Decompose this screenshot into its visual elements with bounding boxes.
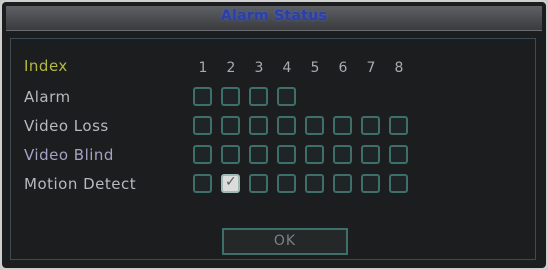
channel-number-7: 7 (366, 60, 376, 76)
title-bar: Alarm Status (6, 6, 542, 31)
video-blind-checkbox-2[interactable] (221, 145, 240, 164)
video-loss-checkbox-2[interactable] (221, 116, 240, 135)
channel-number-8: 8 (394, 60, 404, 76)
channel-number-4: 4 (282, 60, 292, 76)
video-loss-checkbox-3[interactable] (249, 116, 268, 135)
video-loss-checkbox-6[interactable] (333, 116, 352, 135)
motion-detect-row-label: Motion Detect (24, 175, 137, 193)
video-blind-row-label: Video Blind (24, 146, 114, 164)
motion-detect-checkbox-4[interactable] (277, 174, 296, 193)
video-loss-checkbox-4[interactable] (277, 116, 296, 135)
motion-detect-checkbox-5[interactable] (305, 174, 324, 193)
alarm-status-window: Alarm Status Index Alarm Video Loss Vide… (0, 0, 548, 270)
video-blind-checkbox-4[interactable] (277, 145, 296, 164)
channel-number-5: 5 (310, 60, 320, 76)
video-loss-row-label: Video Loss (24, 117, 109, 135)
alarm-checkbox-1[interactable] (193, 87, 212, 106)
dialog-title: Alarm Status (220, 8, 328, 24)
video-loss-checkbox-5[interactable] (305, 116, 324, 135)
video-blind-checkbox-3[interactable] (249, 145, 268, 164)
index-label: Index (24, 57, 68, 75)
motion-detect-checkbox-2[interactable] (221, 174, 240, 193)
motion-detect-checkbox-7[interactable] (361, 174, 380, 193)
video-blind-checkbox-6[interactable] (333, 145, 352, 164)
motion-detect-checkbox-6[interactable] (333, 174, 352, 193)
alarm-checkbox-3[interactable] (249, 87, 268, 106)
channel-number-2: 2 (226, 60, 236, 76)
alarm-checkbox-2[interactable] (221, 87, 240, 106)
motion-detect-checkbox-1[interactable] (193, 174, 212, 193)
video-loss-checkbox-7[interactable] (361, 116, 380, 135)
motion-detect-checkbox-8[interactable] (389, 174, 408, 193)
channel-number-6: 6 (338, 60, 348, 76)
alarm-row-label: Alarm (24, 88, 71, 106)
video-blind-checkbox-8[interactable] (389, 145, 408, 164)
motion-detect-checkbox-3[interactable] (249, 174, 268, 193)
video-blind-checkbox-1[interactable] (193, 145, 212, 164)
ok-button[interactable]: OK (222, 228, 348, 255)
video-blind-checkbox-7[interactable] (361, 145, 380, 164)
video-blind-checkbox-5[interactable] (305, 145, 324, 164)
channel-number-3: 3 (254, 60, 264, 76)
alarm-checkbox-4[interactable] (277, 87, 296, 106)
video-loss-checkbox-1[interactable] (193, 116, 212, 135)
video-loss-checkbox-8[interactable] (389, 116, 408, 135)
channel-number-1: 1 (198, 60, 208, 76)
